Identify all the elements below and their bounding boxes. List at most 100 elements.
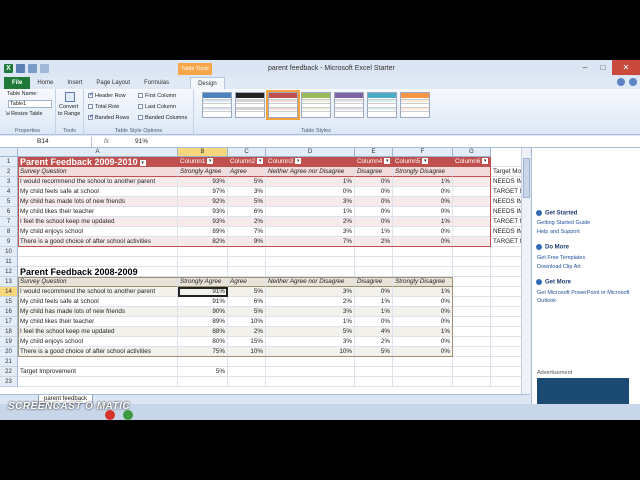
row-header[interactable]: 7 — [0, 217, 18, 227]
cell[interactable]: 0% — [393, 297, 453, 307]
cell[interactable]: I feel the school keep me updated — [18, 217, 178, 227]
help-icon[interactable] — [617, 78, 625, 86]
minimize-ribbon-icon[interactable] — [629, 78, 637, 86]
cell[interactable]: 1% — [393, 177, 453, 187]
cell[interactable] — [355, 257, 393, 267]
cell[interactable]: My child has made lots of new friends — [18, 307, 178, 317]
cell[interactable] — [453, 327, 491, 337]
column-header-c[interactable]: C — [228, 148, 266, 157]
cell[interactable] — [266, 257, 355, 267]
redo-icon[interactable] — [40, 64, 49, 73]
checkbox-unchecked[interactable] — [138, 115, 143, 121]
cell[interactable] — [355, 357, 393, 367]
cell[interactable]: 1% — [393, 217, 453, 227]
cell[interactable]: 0% — [393, 237, 453, 247]
cell[interactable] — [18, 257, 178, 267]
cell[interactable]: 0% — [393, 317, 453, 327]
column-header-e[interactable]: E — [355, 148, 393, 157]
cell[interactable] — [453, 247, 491, 257]
checkbox-checked[interactable] — [88, 91, 94, 99]
cell[interactable] — [266, 247, 355, 257]
column-header-f[interactable]: F — [393, 148, 453, 157]
cell[interactable]: 0% — [393, 347, 453, 357]
cell[interactable] — [453, 167, 491, 177]
header-row-checkbox[interactable]: Header Row — [88, 91, 126, 99]
cell[interactable]: 0% — [355, 217, 393, 227]
cell[interactable]: 93% — [178, 177, 228, 187]
powerpoint-link[interactable]: Get Microsoft PowerPoint or Microsoft — [537, 290, 630, 296]
cell[interactable]: 5% — [228, 177, 266, 187]
tab-page-layout[interactable]: Page Layout — [89, 77, 137, 89]
column-header-a[interactable]: A — [18, 148, 178, 157]
cell[interactable] — [393, 367, 453, 377]
cell[interactable] — [453, 237, 491, 247]
cell[interactable]: 5% — [228, 287, 266, 297]
cell[interactable] — [453, 267, 491, 277]
tab-file[interactable]: File — [4, 77, 31, 89]
cell[interactable]: 0% — [393, 207, 453, 217]
column-header-b[interactable]: B — [178, 148, 228, 157]
table-style-swatch[interactable] — [202, 92, 232, 118]
cell[interactable]: Parent Feedback 2009-2010 ▾ — [18, 157, 178, 167]
cell[interactable]: 3% — [266, 227, 355, 237]
total-row-checkbox[interactable]: Total Row — [88, 104, 119, 110]
convert-label-2[interactable]: to Range — [58, 111, 80, 117]
cell[interactable]: Target Improvement — [18, 367, 178, 377]
cell[interactable] — [266, 357, 355, 367]
row-header[interactable]: 18 — [0, 327, 18, 337]
maximize-icon[interactable]: □ — [594, 60, 612, 75]
cell[interactable]: Strongly Agree — [178, 167, 228, 177]
cell[interactable] — [393, 247, 453, 257]
cell[interactable] — [266, 267, 355, 277]
row-header[interactable]: 8 — [0, 227, 18, 237]
row-header[interactable]: 23 — [0, 377, 18, 387]
cell[interactable] — [18, 357, 178, 367]
cell[interactable]: 75% — [178, 347, 228, 357]
scroll-thumb[interactable] — [523, 158, 530, 198]
cell[interactable]: 2% — [266, 217, 355, 227]
cell[interactable] — [453, 187, 491, 197]
cell[interactable] — [228, 257, 266, 267]
cell[interactable]: 7% — [228, 227, 266, 237]
cell[interactable]: Neither Agree nor Disagree — [266, 167, 355, 177]
filter-dropdown-icon[interactable]: ▾ — [139, 160, 146, 166]
cell[interactable]: My child enjoys school — [18, 227, 178, 237]
cell[interactable]: I feel the school keep me updated — [18, 327, 178, 337]
vertical-scrollbar[interactable] — [521, 148, 530, 394]
cell[interactable] — [228, 247, 266, 257]
getting-started-guide-link[interactable]: Getting Started Guide — [537, 220, 590, 226]
cell[interactable]: My child feels safe at school — [18, 297, 178, 307]
cell[interactable] — [178, 267, 228, 277]
cell[interactable]: 89% — [178, 317, 228, 327]
column-header-d[interactable]: D — [266, 148, 355, 157]
cell[interactable]: Column5 ▾ — [393, 157, 453, 167]
cell[interactable]: Column3 ▾ — [266, 157, 355, 167]
cell[interactable]: 9% — [228, 237, 266, 247]
cell[interactable]: 5% — [178, 367, 228, 377]
cell[interactable]: 2% — [266, 297, 355, 307]
cell[interactable] — [355, 377, 393, 387]
cell[interactable]: 6% — [228, 297, 266, 307]
row-header[interactable]: 10 — [0, 247, 18, 257]
row-header[interactable]: 17 — [0, 317, 18, 327]
filter-dropdown-icon[interactable]: ▾ — [482, 158, 489, 165]
cell[interactable]: 1% — [393, 287, 453, 297]
tab-design[interactable]: Design — [190, 77, 225, 89]
cell[interactable] — [178, 247, 228, 257]
table-style-swatch[interactable] — [367, 92, 397, 118]
cell[interactable]: 0% — [393, 337, 453, 347]
cell[interactable]: 80% — [178, 337, 228, 347]
cell[interactable]: Survey Question — [18, 277, 178, 287]
name-box[interactable]: B14 — [2, 137, 92, 147]
cell[interactable]: 1% — [355, 297, 393, 307]
cell[interactable]: 10% — [228, 317, 266, 327]
row-header[interactable]: 16 — [0, 307, 18, 317]
convert-label[interactable]: Convert — [59, 104, 78, 110]
cell[interactable] — [453, 347, 491, 357]
cell[interactable]: Strongly Disagree — [393, 167, 453, 177]
cell[interactable] — [178, 377, 228, 387]
cell[interactable]: 88% — [178, 327, 228, 337]
table-style-swatch[interactable] — [266, 90, 300, 120]
cell[interactable]: Column6 ▾ — [453, 157, 491, 167]
cell[interactable] — [228, 267, 266, 277]
